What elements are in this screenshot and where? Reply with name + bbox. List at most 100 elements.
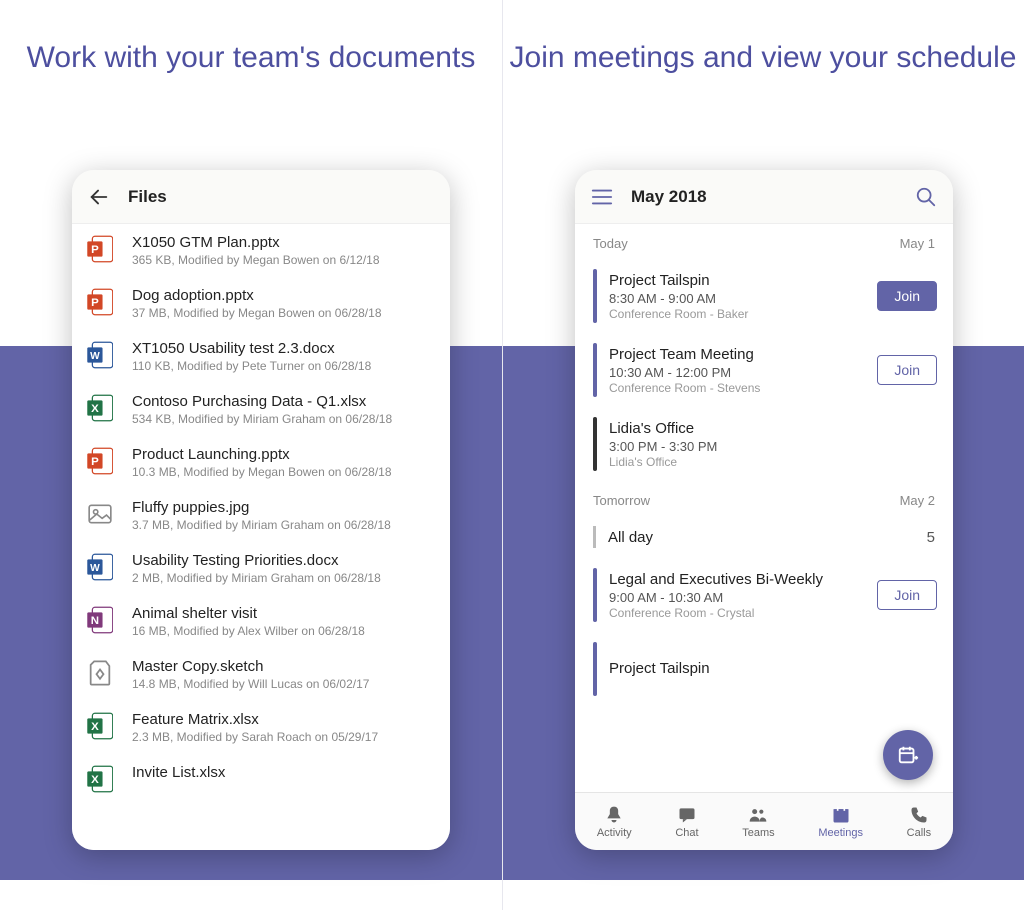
teams-icon — [748, 805, 768, 825]
file-row[interactable]: W XT1050 Usability test 2.3.docx 110 KB, M… — [72, 330, 450, 383]
file-row[interactable]: XContoso Purchasing Data - Q1.xlsx534 KB… — [72, 383, 450, 436]
file-row[interactable]: P Product Launching.pptx 10.3 MB, Modified… — [72, 436, 450, 489]
ppt-file-icon: P — [86, 234, 114, 264]
meeting-accent-bar — [593, 642, 597, 696]
file-meta: 10.3 MB, Modified by Megan Bowen on 06/2… — [132, 465, 432, 479]
file-row[interactable]: N Animal shelter visit 16 MB, Modified by … — [72, 595, 450, 648]
back-icon[interactable] — [88, 186, 110, 208]
files-title: Files — [128, 187, 167, 207]
files-topbar: Files — [72, 170, 450, 224]
excel-file-icon: X — [86, 711, 114, 741]
file-row[interactable]: Master Copy.sketch 14.8 MB, Modified by W… — [72, 648, 450, 701]
meeting-location: Conference Room - Stevens — [609, 381, 865, 395]
file-meta: 3.7 MB, Modified by Miriam Graham on 06/… — [132, 518, 432, 532]
meeting-accent-bar — [593, 417, 597, 471]
headline-right: Join meetings and view your schedule — [502, 40, 1024, 76]
day-header: TomorrowMay 2 — [575, 481, 953, 516]
onenote-file-icon: N — [86, 605, 114, 635]
meeting-time: 9:00 AM - 10:30 AM — [609, 590, 865, 605]
meeting-location: Lidia's Office — [609, 455, 937, 469]
allday-row[interactable]: All day5 — [575, 516, 953, 558]
svg-text:X: X — [91, 721, 99, 733]
file-row[interactable]: Fluffy puppies.jpg 3.7 MB, Modified by Mi… — [72, 489, 450, 542]
svg-text:X: X — [91, 403, 99, 415]
file-name: Feature Matrix.xlsx — [132, 711, 432, 728]
meeting-location: Conference Room - Crystal — [609, 606, 865, 620]
excel-file-icon: X — [86, 764, 114, 794]
files-list[interactable]: P X1050 GTM Plan.pptx 365 KB, Modified by … — [72, 224, 450, 850]
file-name: Dog adoption.pptx — [132, 287, 432, 304]
meeting-title: Project Tailspin — [609, 660, 937, 677]
file-meta: 2.3 MB, Modified by Sarah Roach on 05/29… — [132, 730, 432, 744]
schedule-body[interactable]: TodayMay 1 Project Tailspin 8:30 AM - 9:00… — [575, 224, 953, 792]
join-button[interactable]: Join — [877, 281, 937, 311]
file-meta: 365 KB, Modified by Megan Bowen on 6/12/… — [132, 253, 432, 267]
join-button[interactable]: Join — [877, 355, 937, 385]
meeting-location: Conference Room - Baker — [609, 307, 865, 321]
nav-teams[interactable]: Teams — [742, 805, 774, 839]
meeting-title: Lidia's Office — [609, 420, 937, 437]
nav-chat[interactable]: Chat — [675, 805, 698, 839]
file-name: Fluffy puppies.jpg — [132, 499, 432, 516]
nav-label: Teams — [742, 827, 774, 839]
vertical-divider — [502, 0, 503, 910]
file-name: Master Copy.sketch — [132, 658, 432, 675]
file-meta: 2 MB, Modified by Miriam Graham on 06/28… — [132, 571, 432, 585]
word-file-icon: W — [86, 340, 114, 370]
svg-text:N: N — [91, 615, 99, 627]
headline-left: Work with your team's documents — [0, 40, 502, 76]
svg-text:P: P — [91, 456, 99, 468]
nav-activity[interactable]: Activity — [597, 805, 632, 839]
svg-text:W: W — [90, 563, 100, 574]
ppt-file-icon: P — [86, 287, 114, 317]
meeting-row[interactable]: Project Tailspin 8:30 AM - 9:00 AMConfere… — [575, 259, 953, 333]
meeting-row[interactable]: Project Tailspin — [575, 632, 953, 706]
svg-text:P: P — [91, 244, 99, 256]
meeting-row[interactable]: Lidia's Office3:00 PM - 3:30 PMLidia's O… — [575, 407, 953, 481]
svg-text:P: P — [91, 297, 99, 309]
bottom-nav: Activity Chat Teams Meetings Calls — [575, 792, 953, 850]
file-name: X1050 GTM Plan.pptx — [132, 234, 432, 251]
meetings-icon — [831, 805, 851, 825]
file-name: XT1050 Usability test 2.3.docx — [132, 340, 432, 357]
meeting-time: 10:30 AM - 12:00 PM — [609, 365, 865, 380]
nav-calls[interactable]: Calls — [907, 805, 931, 839]
file-name: Animal shelter visit — [132, 605, 432, 622]
excel-file-icon: X — [86, 393, 114, 423]
word-file-icon: W — [86, 552, 114, 582]
phone-schedule: May 2018 TodayMay 1 Project Tailspin 8:30 … — [575, 170, 953, 850]
search-icon[interactable] — [915, 186, 937, 208]
nav-label: Calls — [907, 827, 931, 839]
meeting-time: 8:30 AM - 9:00 AM — [609, 291, 865, 306]
file-meta: 16 MB, Modified by Alex Wilber on 06/28/… — [132, 624, 432, 638]
schedule-title: May 2018 — [631, 187, 707, 207]
file-name: Usability Testing Priorities.docx — [132, 552, 432, 569]
nav-label: Meetings — [818, 827, 863, 839]
join-button[interactable]: Join — [877, 580, 937, 610]
nav-meetings[interactable]: Meetings — [818, 805, 863, 839]
file-name: Invite List.xlsx — [132, 764, 432, 781]
day-header: TodayMay 1 — [575, 224, 953, 259]
new-meeting-fab[interactable] — [883, 730, 933, 780]
calls-icon — [909, 805, 929, 825]
activity-icon — [604, 805, 624, 825]
file-row[interactable]: PDog adoption.pptx37 MB, Modified by Meg… — [72, 277, 450, 330]
meeting-row[interactable]: Legal and Executives Bi-Weekly 9:00 AM - … — [575, 558, 953, 632]
ppt-file-icon: P — [86, 446, 114, 476]
meeting-accent-bar — [593, 343, 597, 397]
meeting-title: Legal and Executives Bi-Weekly — [609, 571, 865, 588]
file-meta: 110 KB, Modified by Pete Turner on 06/28… — [132, 359, 432, 373]
file-meta: 14.8 MB, Modified by Will Lucas on 06/02… — [132, 677, 432, 691]
file-row[interactable]: X Feature Matrix.xlsx 2.3 MB, Modified by … — [72, 701, 450, 754]
nav-label: Chat — [675, 827, 698, 839]
meeting-accent-bar — [593, 568, 597, 622]
file-row[interactable]: P X1050 GTM Plan.pptx 365 KB, Modified by … — [72, 224, 450, 277]
file-row[interactable]: W Usability Testing Priorities.docx 2 MB, … — [72, 542, 450, 595]
menu-icon[interactable] — [591, 188, 613, 206]
sketch-file-icon — [86, 658, 114, 688]
meeting-title: Project Tailspin — [609, 272, 865, 289]
file-row[interactable]: X Invite List.xlsx — [72, 754, 450, 804]
svg-text:X: X — [91, 774, 99, 786]
file-name: Product Launching.pptx — [132, 446, 432, 463]
meeting-row[interactable]: Project Team Meeting10:30 AM - 12:00 PMC… — [575, 333, 953, 407]
